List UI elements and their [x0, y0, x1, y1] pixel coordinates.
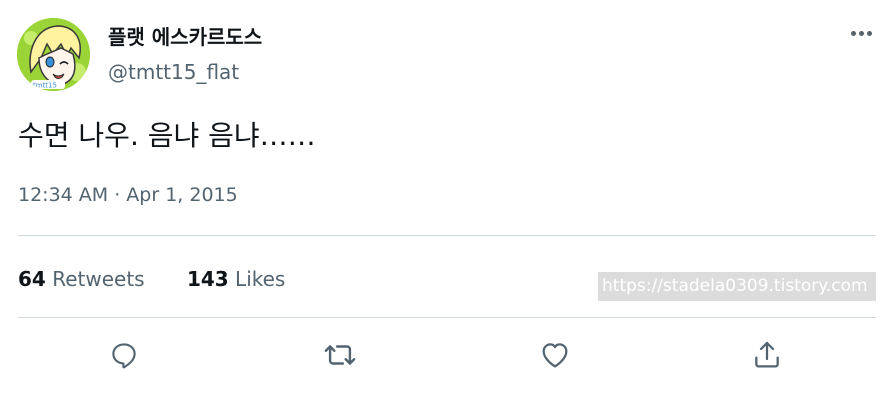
more-dot-icon	[866, 30, 872, 36]
author-handle[interactable]: @tmtt15_flat	[108, 59, 239, 85]
watermark: https://stadela0309.tistory.com	[598, 272, 876, 301]
reply-icon	[112, 343, 136, 369]
retweet-button[interactable]	[321, 336, 359, 374]
more-options-button[interactable]	[842, 20, 880, 46]
share-icon	[755, 341, 779, 368]
tweet-stats: 64 Retweets 143 Likes	[18, 265, 321, 293]
divider	[18, 235, 876, 236]
retweet-icon	[324, 345, 356, 365]
svg-text:tmtt15: tmtt15	[33, 82, 57, 90]
likes-count: 143	[186, 267, 229, 291]
author-display-name[interactable]: 플랫 에스카르도스	[108, 24, 262, 50]
avatar[interactable]: tmtt15	[17, 18, 90, 91]
divider	[18, 317, 876, 318]
tweet-card: tmtt15 플랫 에스카르도스 @tmtt15_flat 수면 나우. 음냐 …	[0, 0, 894, 409]
tweet-timestamp[interactable]: 12:34 AM · Apr 1, 2015	[18, 182, 238, 208]
more-dot-icon	[850, 30, 856, 36]
more-dot-icon	[858, 30, 864, 36]
likes-label: Likes	[235, 267, 286, 291]
like-button[interactable]	[536, 336, 574, 374]
share-button[interactable]	[748, 336, 786, 374]
reply-button[interactable]	[105, 336, 143, 374]
retweets-count: 64	[18, 267, 46, 291]
avatar-illustration: tmtt15	[17, 18, 90, 91]
retweets-stat[interactable]: 64 Retweets	[18, 265, 145, 293]
likes-stat[interactable]: 143 Likes	[187, 265, 285, 293]
tweet-text: 수면 나우. 음냐 음냐……	[18, 119, 316, 152]
heart-icon	[542, 343, 568, 368]
retweets-label: Retweets	[52, 267, 145, 291]
